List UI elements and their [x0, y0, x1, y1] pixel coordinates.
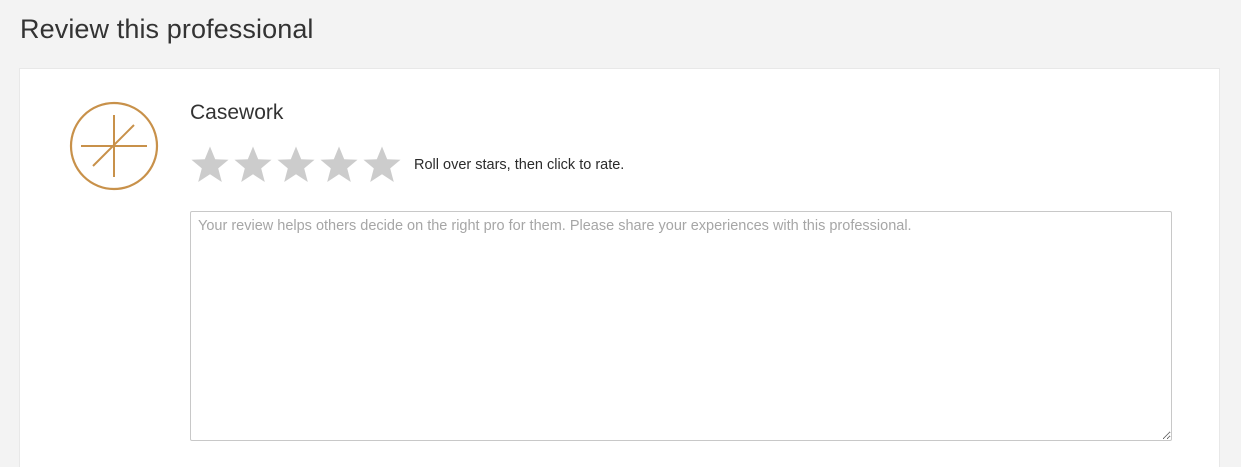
professional-name: Casework: [190, 101, 284, 124]
star-1-icon[interactable]: [190, 145, 230, 185]
star-rating-stars: [190, 145, 402, 185]
review-textarea[interactable]: [190, 211, 1172, 441]
star-4-icon[interactable]: [319, 145, 359, 185]
review-card: Casework Roll over stars, then click to …: [19, 68, 1220, 467]
star-rating: Roll over stars, then click to rate.: [190, 144, 624, 186]
star-5-icon[interactable]: [362, 145, 402, 185]
page-title: Review this professional: [20, 14, 314, 44]
star-2-icon[interactable]: [233, 145, 273, 185]
casework-logo-icon: [69, 101, 159, 191]
professional-logo: [68, 100, 160, 192]
rating-hint: Roll over stars, then click to rate.: [414, 157, 625, 173]
star-3-icon[interactable]: [276, 145, 316, 185]
